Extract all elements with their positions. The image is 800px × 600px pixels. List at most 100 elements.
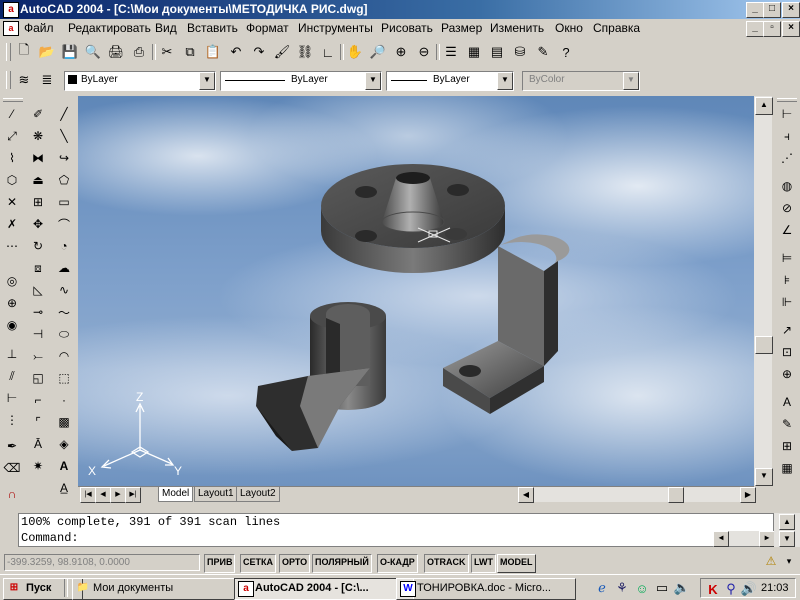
markup-icon[interactable]: ✎ xyxy=(533,42,553,62)
snap-icon[interactable]: ⋮ xyxy=(2,410,22,430)
menu-tools[interactable]: Инструменты xyxy=(298,21,373,35)
fillet-icon[interactable]: ⌐ xyxy=(28,390,48,410)
baseline-dim-icon[interactable]: ⊧ xyxy=(777,270,797,290)
command-prompt[interactable]: Command: xyxy=(21,531,79,545)
center-mark-icon[interactable]: ⊕ xyxy=(2,293,22,313)
chevron-down-icon[interactable]: ▼ xyxy=(497,72,513,90)
tolerance-icon[interactable]: ⊡ xyxy=(777,342,797,362)
design-center-icon[interactable]: ▦ xyxy=(464,42,484,62)
lineweight-combo[interactable]: ByLayer ▼ xyxy=(386,71,514,91)
clock[interactable]: 21:03 xyxy=(761,582,789,594)
document-icon[interactable]: a xyxy=(3,21,19,36)
osnap-toggle[interactable]: О-КАДР xyxy=(377,554,418,573)
diameter-dim-icon[interactable]: ⊘ xyxy=(777,198,797,218)
polyline-icon[interactable]: ⌇ xyxy=(2,148,22,168)
zoom-window-icon[interactable]: ⊕ xyxy=(391,42,411,62)
scroll-down-icon[interactable]: ▼ xyxy=(779,531,795,547)
command-vscroll[interactable]: ▲ ▼ xyxy=(774,513,800,547)
tab-layout1[interactable]: Layout1 xyxy=(194,487,238,502)
pentagon-icon[interactable]: ⬠ xyxy=(54,170,74,190)
mirror-icon[interactable]: ⧓ xyxy=(28,148,48,168)
scroll-right-icon[interactable]: ▶ xyxy=(740,487,756,503)
radius-dim-icon[interactable]: ◍ xyxy=(777,176,797,196)
mtext-icon[interactable]: A xyxy=(54,456,74,476)
horizontal-scrollbar[interactable]: ◀ ▶ xyxy=(518,487,756,503)
print-preview-icon[interactable]: 🔍 xyxy=(83,42,103,62)
zoom-realtime-icon[interactable]: 🔎 xyxy=(368,42,388,62)
network-icon[interactable]: ⚘ xyxy=(612,578,632,598)
tab-model[interactable]: Model xyxy=(158,487,194,502)
quick-dim-icon[interactable]: ⊨ xyxy=(777,248,797,268)
erase-icon[interactable]: ✐ xyxy=(28,104,48,124)
spline-draw-icon[interactable]: 〜 xyxy=(54,302,74,322)
extend-icon[interactable]: ⊣ xyxy=(28,324,48,344)
stretch-icon[interactable]: ◺ xyxy=(28,280,48,300)
break-icon[interactable]: ⤚ xyxy=(28,346,48,366)
messenger-icon[interactable]: ☺ xyxy=(632,578,652,598)
task-my-documents[interactable]: 📁 Мои документы xyxy=(72,578,252,600)
toolbar-grip[interactable] xyxy=(3,98,23,102)
lwt-toggle[interactable]: LWT xyxy=(471,554,496,573)
properties-icon[interactable]: ☰ xyxy=(441,42,461,62)
toolbar-grip[interactable] xyxy=(6,43,11,61)
explode-icon[interactable]: ✷ xyxy=(28,456,48,476)
ordinate-dim-icon[interactable]: ⋰ xyxy=(777,148,797,168)
dim-edit-icon[interactable]: A xyxy=(777,392,797,412)
point-icon[interactable]: · xyxy=(54,390,74,410)
start-button[interactable]: ⊞ Пуск xyxy=(3,578,83,600)
command-hscroll[interactable]: ◀ ▶ xyxy=(713,531,775,547)
magnet-icon[interactable]: ∩ xyxy=(2,484,22,504)
doc-restore-button[interactable]: ▫ xyxy=(763,21,781,37)
new-file-icon[interactable]: 🗋 xyxy=(14,42,34,62)
volume-icon[interactable]: 🔈 xyxy=(672,578,692,598)
hyperlink-icon[interactable]: ⛓ xyxy=(295,42,315,62)
pen-icon[interactable]: ✒ xyxy=(2,436,22,456)
array-icon[interactable]: ⊞ xyxy=(28,192,48,212)
dbconnect-icon[interactable]: ⛁ xyxy=(510,42,530,62)
layers-icon[interactable]: ≋ xyxy=(14,70,34,90)
dim-text-edit-icon[interactable]: ✎ xyxy=(777,414,797,434)
text-icon[interactable]: A̲ xyxy=(54,478,74,498)
menu-help[interactable]: Справка xyxy=(593,21,640,35)
scroll-up-icon[interactable]: ▲ xyxy=(779,514,795,530)
minimize-button[interactable]: _ xyxy=(746,2,764,18)
revision-cloud-icon[interactable]: ☁ xyxy=(54,258,74,278)
eraser-icon[interactable]: ⌫ xyxy=(2,458,22,478)
arc-draw-icon[interactable]: ⌒ xyxy=(54,214,74,234)
last-tab-icon[interactable]: ▶| xyxy=(125,487,141,503)
tab-layout2[interactable]: Layout2 xyxy=(236,487,280,502)
copy-icon[interactable]: ⧉ xyxy=(180,42,200,62)
region-icon[interactable]: ◈ xyxy=(54,434,74,454)
polygon-icon[interactable]: ⬡ xyxy=(2,170,22,190)
dim-style-icon[interactable]: ▦ xyxy=(777,458,797,478)
menu-format[interactable]: Формат xyxy=(246,21,289,35)
horizontal-scroll-thumb[interactable] xyxy=(668,487,684,503)
rectangle-icon[interactable]: ✕ xyxy=(2,192,22,212)
polar-toggle[interactable]: ПОЛЯРНЫЙ xyxy=(312,554,372,573)
menu-window[interactable]: Окно xyxy=(555,21,583,35)
menu-file[interactable]: Файл xyxy=(24,21,54,35)
bushing-part[interactable] xyxy=(256,302,386,451)
snap-toggle[interactable]: ПРИВ xyxy=(204,554,236,573)
circle-draw-icon[interactable]: ◔ xyxy=(54,236,74,256)
toolbar-grip[interactable] xyxy=(6,71,11,89)
model-toggle[interactable]: MODEL xyxy=(497,554,536,573)
scroll-left-icon[interactable]: ◀ xyxy=(518,487,534,503)
save-icon[interactable]: 💾 xyxy=(60,42,80,62)
communication-center-icon[interactable]: ⚠ xyxy=(762,554,780,571)
circle-icon[interactable]: ◎ xyxy=(2,271,22,291)
flange-part[interactable] xyxy=(321,164,505,273)
dashed-line-icon[interactable]: ⋯ xyxy=(2,236,22,256)
maximize-button[interactable]: □ xyxy=(763,2,781,18)
angle-icon[interactable]: ⊥ xyxy=(2,344,22,364)
aligned-dim-icon[interactable]: ⫞ xyxy=(777,126,797,146)
menu-edit[interactable]: Редактировать xyxy=(68,21,151,35)
zoom-previous-icon[interactable]: ⊖ xyxy=(414,42,434,62)
task-word-document[interactable]: W ТОНИРОВКА.doc - Micro... xyxy=(396,578,576,600)
grid-toggle[interactable]: СЕТКА xyxy=(240,554,276,573)
ucs-icon[interactable]: ∟ xyxy=(318,42,338,62)
scale-icon[interactable]: ⧈ xyxy=(28,258,48,278)
layer-previous-icon[interactable]: ≣ xyxy=(37,70,57,90)
angular-dim-icon[interactable]: ∠ xyxy=(777,220,797,240)
donut-icon[interactable]: ◉ xyxy=(2,315,22,335)
